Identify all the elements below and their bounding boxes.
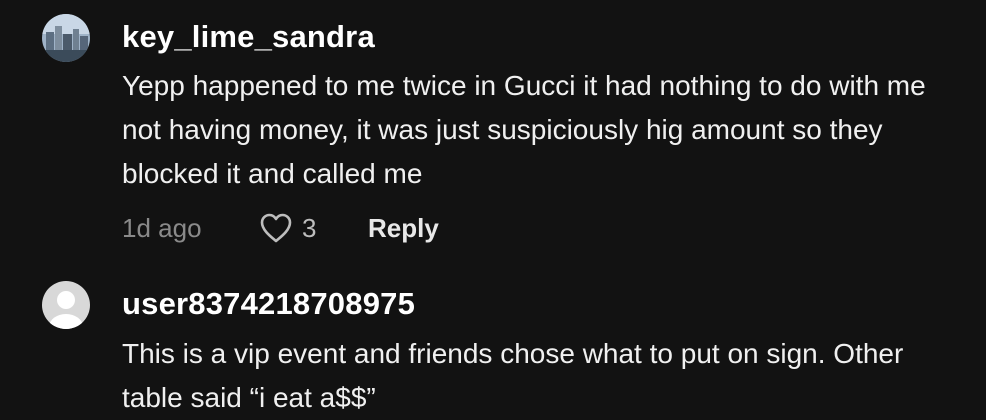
comment-timestamp: 1d ago — [122, 212, 202, 243]
comment-text: Yepp happened to me twice in Gucci it ha… — [122, 70, 926, 189]
reply-button[interactable]: Reply — [368, 213, 439, 244]
comment-actions: 1d ago 3 Reply — [122, 208, 439, 248]
comment-text: This is a vip event and friends chose wh… — [122, 338, 904, 413]
avatar[interactable] — [42, 281, 90, 329]
avatar-photo — [42, 14, 90, 62]
comment-item: key_lime_sandra Yepp happened to me twic… — [0, 0, 986, 270]
comment-username[interactable]: user8374218708975 — [122, 286, 415, 322]
heart-outline-icon[interactable] — [258, 212, 294, 244]
comment-username[interactable]: key_lime_sandra — [122, 19, 375, 55]
like-count: 3 — [302, 212, 317, 243]
avatar[interactable] — [42, 14, 90, 62]
person-silhouette-icon — [42, 281, 90, 329]
like-button[interactable]: 3 — [258, 212, 368, 244]
comment-item: user8374218708975 This is a vip event an… — [0, 270, 986, 420]
